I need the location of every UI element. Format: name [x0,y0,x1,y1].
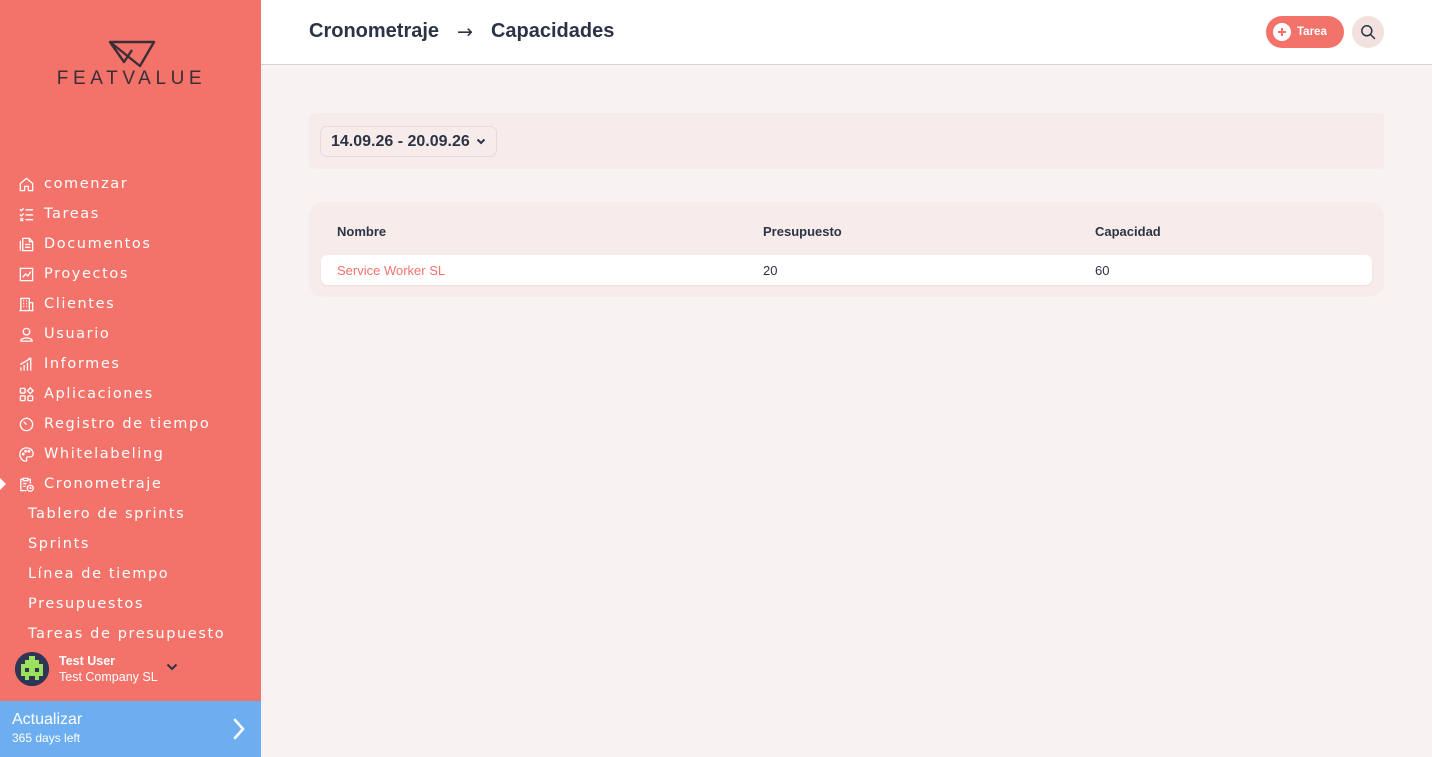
breadcrumb-arrow-icon: → [457,20,473,43]
sidebar-item-label: Usuario [44,326,111,342]
row-capacity: 60 [1095,263,1110,278]
sidebar-item-informes[interactable]: Informes [0,349,261,379]
projects-chart-icon [17,265,35,283]
palette-icon [17,445,35,463]
sidebar-item-tareas[interactable]: Tareas [0,199,261,229]
apps-grid-icon [17,385,35,403]
sidebar-item-proyectos[interactable]: Proyectos [0,259,261,289]
building-icon [17,295,35,313]
sidebar-nav: comenzar Tareas Documentos Proyectos Cli… [0,169,261,649]
logo-mark-icon [108,40,155,68]
sidebar-subitem-tareas-de-presupuesto[interactable]: Tareas de presupuesto [0,619,261,649]
sidebar-item-comenzar[interactable]: comenzar [0,169,261,199]
sidebar-item-label: comenzar [44,176,129,192]
documents-icon [17,235,35,253]
top-header: Cronometraje → Capacidades Tarea [261,0,1432,65]
sidebar-item-label: Tareas [44,206,100,222]
avatar [15,652,49,686]
sidebar-item-aplicaciones[interactable]: Aplicaciones [0,379,261,409]
user-icon [17,325,35,343]
column-header-nombre: Nombre [337,224,387,239]
search-icon [1361,25,1376,40]
featvalue-logo[interactable]: FEATVALUE [44,40,219,90]
sidebar-item-label: Cronometraje [44,476,163,492]
search-button[interactable] [1352,16,1384,48]
sidebar-item-cronometraje[interactable]: Cronometraje [0,469,261,499]
user-menu[interactable]: Test User Test Company SL [15,651,178,687]
clipboard-clock-icon [17,475,35,493]
sidebar-item-registro-de-tiempo[interactable]: Registro de tiempo [0,409,261,439]
sidebar-item-label: Proyectos [44,266,129,282]
chevron-right-icon [233,718,245,745]
capacities-table: Nombre Presupuesto Capacidad Service Wor… [309,202,1384,297]
sidebar-subitem-presupuestos[interactable]: Presupuestos [0,589,261,619]
row-budget: 20 [763,263,778,278]
row-name-link[interactable]: Service Worker SL [337,263,445,278]
chevron-down-icon[interactable] [166,656,178,675]
table-row[interactable]: Service Worker SL 20 60 [321,255,1372,285]
sidebar-item-documentos[interactable]: Documentos [0,229,261,259]
sidebar-item-usuario[interactable]: Usuario [0,319,261,349]
pixel-avatar-icon [15,652,49,686]
sidebar-item-label: Clientes [44,296,116,312]
sidebar-item-label: Documentos [44,236,152,252]
sidebar-item-label: Aplicaciones [44,386,154,402]
home-icon [17,175,35,193]
bar-chart-icon [17,355,35,373]
add-task-button[interactable]: Tarea [1266,16,1344,48]
add-task-label: Tarea [1297,26,1327,38]
chevron-down-icon [476,138,485,145]
task-list-icon [17,205,35,223]
timer-icon [17,415,35,433]
user-name: Test User [59,654,116,668]
upgrade-title: Actualizar [12,711,83,728]
filter-bar: 14.09.26 - 20.09.26 [309,113,1384,169]
page-title: Capacidades [490,20,615,42]
plus-icon [1273,23,1291,41]
upgrade-banner[interactable]: Actualizar 365 days left [0,701,261,757]
sidebar-subitem-sprints[interactable]: Sprints [0,529,261,559]
logo-text: FEATVALUE [56,68,207,89]
sidebar-item-clientes[interactable]: Clientes [0,289,261,319]
sidebar-subitem-linea-de-tiempo[interactable]: Línea de tiempo [0,559,261,589]
date-range-select[interactable]: 14.09.26 - 20.09.26 [320,126,497,157]
sidebar-item-label: Informes [44,356,121,372]
sidebar-subitem-tablero-de-sprints[interactable]: Tablero de sprints [0,499,261,529]
sidebar-item-label: Registro de tiempo [44,416,211,432]
breadcrumb: Cronometraje → Capacidades [309,20,614,43]
column-header-capacidad: Capacidad [1095,224,1161,239]
sidebar: FEATVALUE comenzar Tareas Documentos Pro… [0,0,261,757]
date-range-value: 14.09.26 - 20.09.26 [331,132,470,150]
upgrade-days-left: 365 days left [12,731,81,745]
user-company: Test Company SL [59,670,158,684]
breadcrumb-item-cronometraje[interactable]: Cronometraje [309,20,439,43]
column-header-presupuesto: Presupuesto [763,224,842,239]
sidebar-item-label: Whitelabeling [44,446,165,462]
sidebar-item-whitelabeling[interactable]: Whitelabeling [0,439,261,469]
